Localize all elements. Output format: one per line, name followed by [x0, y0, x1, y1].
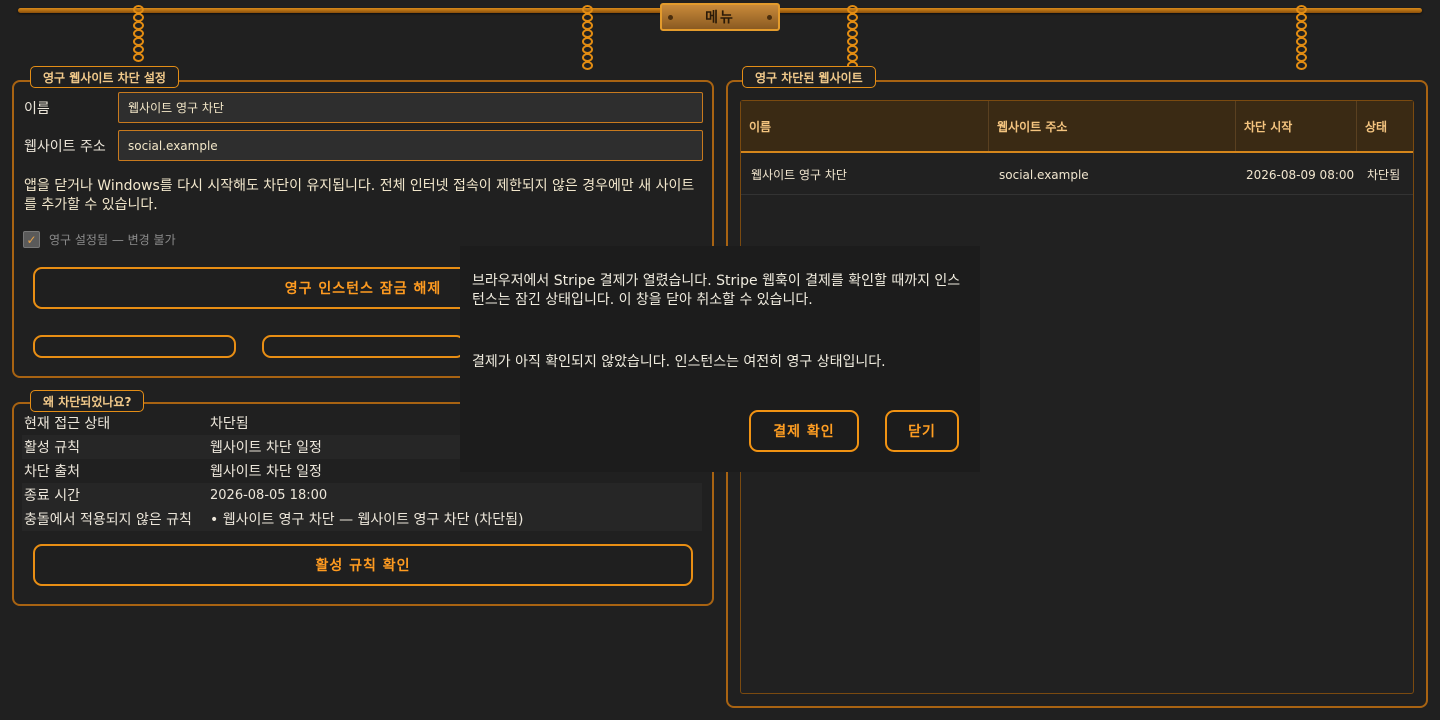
- chain-decoration: [845, 5, 859, 70]
- why-row: 종료 시간 2026-08-05 18:00: [22, 483, 702, 507]
- why-row-value: 웹사이트 차단 일정: [210, 464, 322, 480]
- cell-status: 차단됨: [1367, 168, 1401, 182]
- column-header-name[interactable]: 이름: [741, 101, 989, 151]
- confirm-payment-label: 결제 확인: [773, 424, 835, 440]
- dialog-status: 결제가 아직 확인되지 않았습니다. 인스턴스는 여전히 영구 상태입니다.: [472, 354, 886, 370]
- menu-label: 메뉴: [705, 10, 735, 26]
- permanent-checkbox-label: 영구 설정됨 — 변경 불가: [49, 233, 176, 247]
- chain-decoration: [1294, 5, 1308, 70]
- cell-start: 2026-08-09 08:00: [1246, 167, 1355, 182]
- why-row-value: 2026-08-05 18:00: [210, 487, 328, 503]
- blocked-sites-title: 영구 차단된 웹사이트: [742, 66, 876, 88]
- secondary-button-1[interactable]: [33, 335, 236, 358]
- why-row-key: 활성 규칙: [24, 440, 80, 456]
- chain-decoration: [580, 5, 594, 70]
- url-label: 웹사이트 주소: [24, 139, 106, 155]
- check-active-rules-button[interactable]: 활성 규칙 확인: [33, 544, 693, 586]
- close-button[interactable]: 닫기: [885, 410, 959, 452]
- cell-name: 웹사이트 영구 차단: [751, 168, 847, 182]
- check-active-rules-label: 활성 규칙 확인: [315, 558, 411, 574]
- close-label: 닫기: [908, 424, 936, 440]
- why-row-value: 웹사이트 차단 일정: [210, 440, 322, 456]
- menu-button[interactable]: 메뉴: [660, 3, 780, 31]
- table-header: 이름 웹사이트 주소 차단 시작 상태: [741, 101, 1413, 153]
- secondary-button-2[interactable]: [262, 335, 465, 358]
- name-field[interactable]: 웹사이트 영구 차단: [118, 92, 703, 123]
- why-row: 충돌에서 적용되지 않은 규칙 • 웹사이트 영구 차단 — 웹사이트 영구 차…: [22, 507, 702, 531]
- payment-dialog: 브라우저에서 Stripe 결제가 열렸습니다. Stripe 웹훅이 결제를 …: [460, 246, 980, 472]
- confirm-payment-button[interactable]: 결제 확인: [749, 410, 859, 452]
- settings-panel-title: 영구 웹사이트 차단 설정: [30, 66, 179, 88]
- table-row[interactable]: 웹사이트 영구 차단 social.example 2026-08-09 08:…: [741, 155, 1413, 195]
- why-row-key: 종료 시간: [24, 488, 80, 504]
- why-row-value: 차단됨: [210, 416, 249, 432]
- why-row-key: 현재 접근 상태: [24, 416, 111, 432]
- chain-decoration: [131, 5, 145, 62]
- why-row-key: 충돌에서 적용되지 않은 규칙: [24, 512, 192, 528]
- cell-url: social.example: [999, 167, 1089, 182]
- persistence-note: 앱을 닫거나 Windows를 다시 시작해도 차단이 유지됩니다. 전체 인터…: [24, 178, 695, 213]
- why-row-value: • 웹사이트 영구 차단 — 웹사이트 영구 차단 (차단됨): [210, 512, 524, 528]
- column-header-url[interactable]: 웹사이트 주소: [989, 101, 1236, 151]
- column-header-start[interactable]: 차단 시작: [1236, 101, 1357, 151]
- dialog-message: 브라우저에서 Stripe 결제가 열렸습니다. Stripe 웹훅이 결제를 …: [472, 273, 961, 308]
- permanent-checkbox: ✓ 영구 설정됨 — 변경 불가: [23, 231, 176, 248]
- unlock-instance-label: 영구 인스턴스 잠금 해제: [284, 281, 442, 297]
- url-field[interactable]: social.example: [118, 130, 703, 161]
- column-header-status[interactable]: 상태: [1357, 101, 1413, 151]
- name-label: 이름: [24, 101, 50, 117]
- checkmark-icon: ✓: [23, 231, 40, 248]
- why-row-key: 차단 출처: [24, 464, 80, 480]
- why-panel-title: 왜 차단되었나요?: [30, 390, 145, 412]
